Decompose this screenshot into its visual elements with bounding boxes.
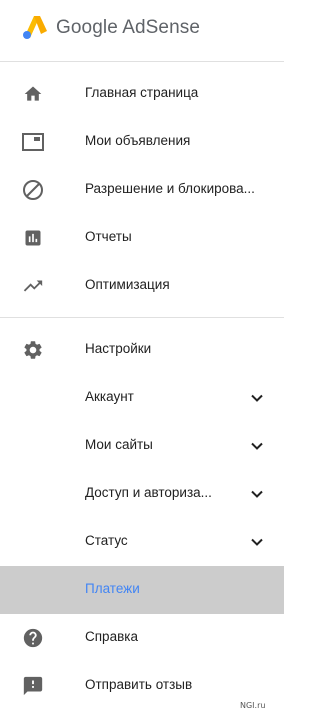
brand-name: Google AdSense [56, 17, 201, 38]
home-icon [22, 83, 44, 105]
nav-item-home[interactable]: Главная страница [0, 70, 284, 118]
nav-label-reports: Отчеты [85, 229, 132, 244]
adsense-logo-icon [23, 16, 47, 39]
nav-label-access: Доступ и авториза... [85, 485, 212, 500]
chevron-down-icon[interactable] [250, 391, 264, 405]
ad-units-icon [22, 131, 44, 153]
block-icon [22, 179, 44, 201]
chevron-down-icon[interactable] [250, 439, 264, 453]
nav-label-allow-block: Разрешение и блокирова... [85, 181, 255, 196]
nav-item-settings[interactable]: Настройки [0, 326, 284, 374]
nav-item-payments[interactable]: Платежи [0, 566, 284, 614]
nav-label-account: Аккаунт [85, 389, 134, 404]
nav-label-status: Статус [85, 533, 128, 548]
nav-item-account[interactable]: Аккаунт [0, 374, 284, 422]
nav-label-my-ads: Мои объявления [85, 133, 191, 148]
bar-chart-icon [22, 227, 44, 249]
nav-label-optimization: Оптимизация [85, 277, 170, 292]
nav-item-optimization[interactable]: Оптимизация [0, 262, 284, 310]
nav-item-my-ads[interactable]: Мои объявления [0, 118, 284, 166]
nav-item-allow-block[interactable]: Разрешение и блокирова... [0, 166, 284, 214]
nav-label-settings: Настройки [85, 341, 152, 356]
nav-label-payments: Платежи [85, 581, 140, 596]
nav-item-my-sites[interactable]: Мои сайты [0, 422, 284, 470]
help-icon [22, 627, 44, 649]
nav-label-help: Справка [85, 629, 138, 644]
section-divider [0, 317, 284, 318]
nav-label-feedback: Отправить отзыв [85, 677, 193, 692]
gear-icon [22, 339, 44, 361]
header-divider [0, 61, 284, 62]
nav-item-reports[interactable]: Отчеты [0, 214, 284, 262]
nav-label-home: Главная страница [85, 85, 199, 100]
feedback-icon [22, 675, 44, 697]
trending-up-icon [22, 275, 44, 297]
nav-label-my-sites: Мои сайты [85, 437, 153, 452]
nav-item-status[interactable]: Статус [0, 518, 284, 566]
watermark: NGI.ru [240, 701, 266, 710]
nav-item-help[interactable]: Справка [0, 614, 284, 662]
chevron-down-icon[interactable] [250, 535, 264, 549]
nav-item-access[interactable]: Доступ и авториза... [0, 470, 284, 518]
chevron-down-icon[interactable] [250, 487, 264, 501]
app-header: Google AdSense [0, 0, 284, 61]
